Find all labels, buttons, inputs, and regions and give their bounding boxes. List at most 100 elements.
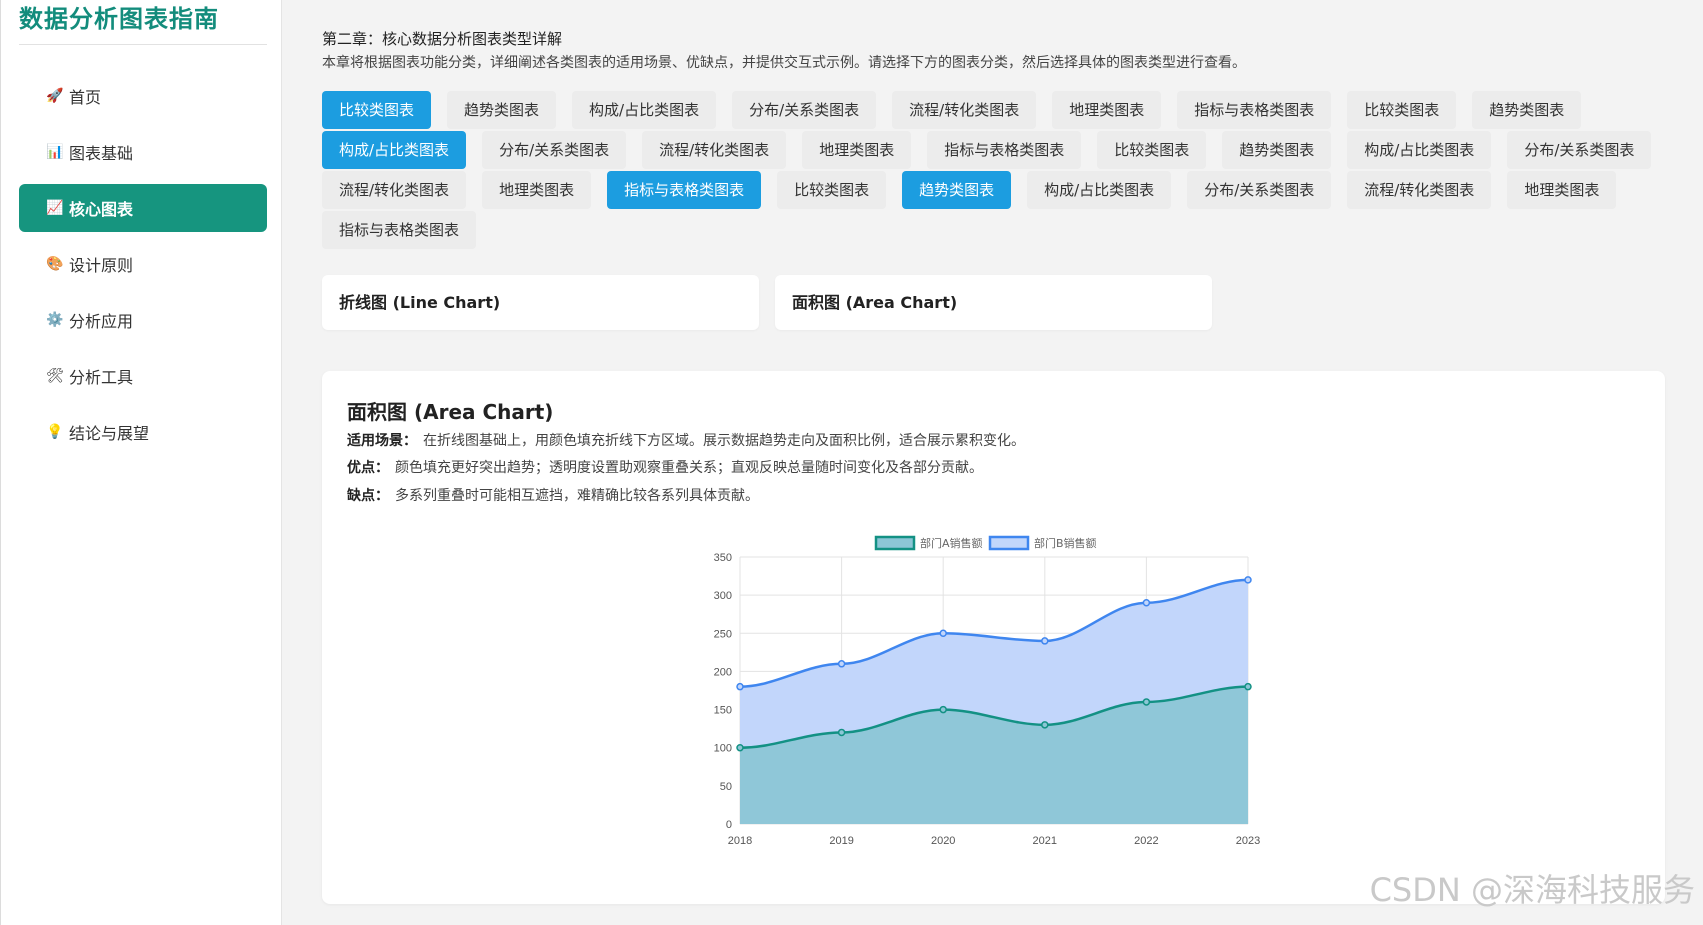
detail-cons: 缺点： 多系列重叠时可能相互遮挡，难精确比较各系列具体贡献。 — [347, 485, 759, 505]
category-tab[interactable]: 指标与表格类图表 — [927, 131, 1082, 169]
category-tab[interactable]: 分布/关系类图表 — [732, 91, 877, 129]
category-tab[interactable]: 趋势类图表 — [447, 91, 557, 129]
category-tab[interactable]: 趋势类图表 — [1472, 91, 1582, 129]
y-tick-label: 350 — [714, 552, 732, 564]
sidebar-item-1[interactable]: 📊 图表基础 — [19, 128, 267, 176]
data-point[interactable] — [1244, 576, 1252, 584]
data-point[interactable] — [1041, 637, 1049, 645]
sidebar-nav: 🚀 首页 📊 图表基础 📈 核心图表 🎨 设计原则 ⚙️ 分析应用 🛠 分析工具 💡 结论与展望 — [19, 72, 267, 464]
legend-swatch[interactable] — [874, 535, 916, 551]
y-tick-label: 50 — [720, 781, 732, 793]
category-tabs: 比较类图表 趋势类图表 构成/占比类图表 分布/关系类图表 流程/转化类图表 地理类图表指… — [322, 91, 1682, 251]
category-tab[interactable]: 构成/占比类图表 — [322, 131, 467, 169]
category-tab[interactable]: 分布/关系类图表 — [1187, 171, 1332, 209]
sidebar-item-label: 首页 — [69, 88, 102, 107]
sidebar: 数据分析图表指南 🚀 首页 📊 图表基础 📈 核心图表 🎨 设计原则 ⚙️ 分析应用 🛠 分析工具 💡 结… — [0, 0, 282, 925]
y-tick-label: 200 — [714, 666, 732, 678]
sidebar-item-label: 设计原则 — [69, 256, 134, 275]
sidebar-item-4[interactable]: ⚙️ 分析应用 — [19, 296, 267, 344]
category-tab[interactable]: 地理类图表 — [482, 171, 592, 209]
category-tab[interactable]: 分布/关系类图表 — [1507, 131, 1652, 169]
legend-label[interactable]: 部门A销售额 — [920, 536, 983, 550]
palette-icon: 🎨 — [46, 256, 64, 272]
category-tab[interactable]: 趋势类图表 — [1222, 131, 1332, 169]
y-tick-label: 250 — [714, 628, 732, 640]
data-point[interactable] — [837, 728, 846, 737]
data-point[interactable] — [1041, 721, 1049, 729]
category-tab[interactable]: 地理类图表 — [1507, 171, 1617, 209]
x-tick-label: 2022 — [1134, 835, 1158, 847]
y-tick-label: 100 — [714, 743, 732, 755]
category-tab[interactable]: 地理类图表 — [802, 131, 912, 169]
data-point[interactable] — [837, 660, 846, 668]
sidebar-item-5[interactable]: 🛠 分析工具 — [19, 352, 267, 400]
sidebar-item-6[interactable]: 💡 结论与展望 — [19, 408, 267, 456]
data-point[interactable] — [1142, 698, 1151, 706]
cons-label: 缺点： — [347, 488, 389, 504]
sidebar-item-label: 图表基础 — [69, 144, 134, 163]
data-point[interactable] — [939, 705, 947, 714]
category-tab[interactable]: 比较类图表 — [1097, 131, 1207, 169]
gear-icon: ⚙️ — [46, 312, 64, 328]
tools-icon: 🛠 — [46, 368, 64, 384]
x-tick-label: 2018 — [728, 835, 752, 847]
category-tab[interactable]: 流程/转化类图表 — [642, 131, 787, 169]
category-tab[interactable]: 地理类图表 — [1052, 91, 1162, 129]
chart-detail-panel: 面积图 (Area Chart) 适用场景： 在折线图基础上，用颜色填充折线下方区… — [322, 371, 1665, 904]
sidebar-item-label: 分析工具 — [69, 368, 134, 387]
x-tick-label: 2020 — [931, 835, 955, 847]
pros-text: 颜色填充更好突出趋势；透明度设置助观察重叠关系；直观反映总量随时间变化及各部分贡… — [395, 460, 983, 476]
chart-type-card[interactable]: 折线图 (Line Chart) — [322, 275, 759, 330]
brand-title: 数据分析图表指南 — [19, 5, 219, 33]
detail-pros: 优点： 颜色填充更好突出趋势；透明度设置助观察重叠关系；直观反映总量随时间变化及各… — [347, 457, 983, 477]
cons-text: 多系列重叠时可能相互遮挡，难精确比较各系列具体贡献。 — [395, 488, 759, 504]
data-point[interactable] — [939, 629, 947, 638]
line-chart-icon: 📈 — [46, 200, 64, 216]
category-tab[interactable]: 指标与表格类图表 — [1177, 91, 1332, 129]
sidebar-item-0[interactable]: 🚀 首页 — [19, 72, 267, 120]
legend-label[interactable]: 部门B销售额 — [1034, 536, 1097, 550]
sidebar-item-label: 结论与展望 — [69, 424, 150, 443]
category-tab[interactable]: 趋势类图表 — [902, 171, 1012, 209]
scenario-label: 适用场景： — [347, 433, 417, 449]
bar-chart-icon: 📊 — [46, 144, 64, 160]
x-tick-label: 2021 — [1033, 835, 1057, 847]
data-point[interactable] — [736, 682, 744, 691]
area-chart-svg: 0 50 100 150 200 250 300 350 2018 2019 2020 2021 202… — [714, 535, 1260, 847]
y-tick-label: 0 — [726, 819, 732, 831]
scenario-text: 在折线图基础上，用颜色填充折线下方区域。展示数据趋势走向及面积比例，适合展示累积… — [423, 433, 1025, 449]
category-tab[interactable]: 比较类图表 — [777, 171, 887, 209]
x-tick-label: 2023 — [1236, 835, 1260, 847]
category-tab[interactable]: 比较类图表 — [322, 91, 432, 129]
data-point[interactable] — [1244, 682, 1252, 691]
category-tab[interactable]: 流程/转化类图表 — [1347, 171, 1492, 209]
category-tab[interactable]: 构成/占比类图表 — [572, 91, 717, 129]
category-tab[interactable]: 构成/占比类图表 — [1027, 171, 1172, 209]
sidebar-item-label: 分析应用 — [69, 312, 134, 331]
area-chart: 0 50 100 150 200 250 300 350 2018 2019 2020 2021 202… — [692, 531, 1332, 893]
data-point[interactable] — [736, 743, 744, 752]
category-tab[interactable]: 指标与表格类图表 — [322, 211, 477, 249]
watermark: CSDN @深海科技服务 — [1369, 871, 1695, 909]
category-tab[interactable]: 指标与表格类图表 — [607, 171, 762, 209]
legend-swatch[interactable] — [988, 535, 1030, 551]
sidebar-item-2[interactable]: 📈 核心图表 — [19, 184, 267, 232]
category-tab[interactable]: 比较类图表 — [1347, 91, 1457, 129]
category-tab[interactable]: 分布/关系类图表 — [482, 131, 627, 169]
category-tab[interactable]: 构成/占比类图表 — [1347, 131, 1492, 169]
pros-label: 优点： — [347, 460, 389, 476]
detail-title: 面积图 (Area Chart) — [347, 400, 554, 424]
sidebar-item-3[interactable]: 🎨 设计原则 — [19, 240, 267, 288]
app-root: 数据分析图表指南 🚀 首页 📊 图表基础 📈 核心图表 🎨 设计原则 ⚙️ 分析应用 🛠 分析工具 💡 结… — [0, 0, 1703, 925]
rocket-icon: 🚀 — [46, 88, 64, 104]
detail-scenario: 适用场景： 在折线图基础上，用颜色填充折线下方区域。展示数据趋势走向及面积比例，适… — [347, 430, 1025, 450]
chart-type-card[interactable]: 面积图 (Area Chart) — [775, 275, 1212, 330]
chapter-title: 第二章：核心数据分析图表类型详解 — [322, 30, 563, 48]
data-point[interactable] — [1142, 599, 1151, 607]
lightbulb-icon: 💡 — [46, 424, 64, 440]
brand-divider — [19, 44, 267, 45]
chart-type-list: 折线图 (Line Chart) 面积图 (Area Chart) — [322, 275, 1228, 330]
chapter-description: 本章将根据图表功能分类，详细阐述各类图表的适用场景、优缺点，并提供交互式示例。请… — [322, 55, 1246, 71]
category-tab[interactable]: 流程/转化类图表 — [892, 91, 1037, 129]
category-tab[interactable]: 流程/转化类图表 — [322, 171, 467, 209]
